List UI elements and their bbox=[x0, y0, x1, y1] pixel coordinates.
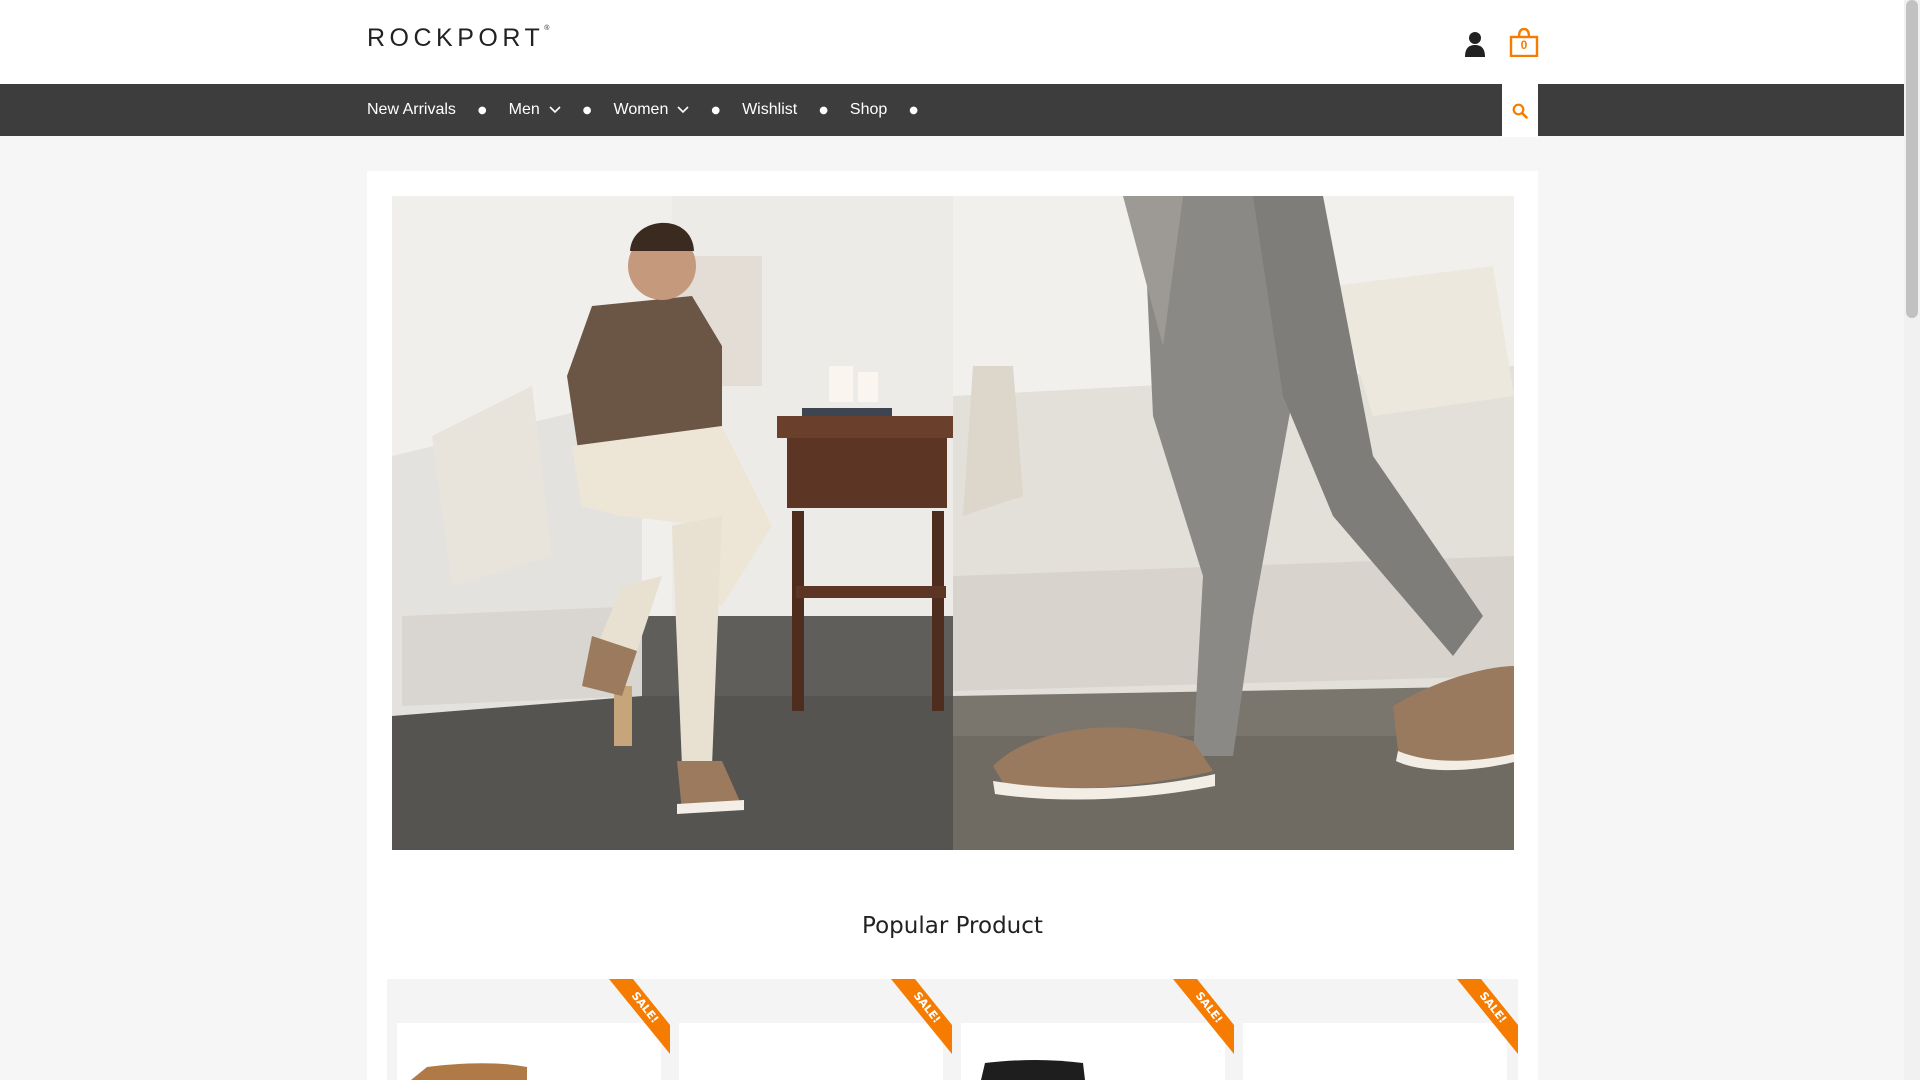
sale-badge: SALE! bbox=[891, 979, 952, 1054]
trademark-symbol: ® bbox=[544, 25, 550, 32]
hero-image-seated-man bbox=[392, 196, 953, 850]
nav-item-women[interactable]: Women bbox=[614, 101, 690, 119]
sale-badge: SALE! bbox=[1457, 979, 1518, 1054]
nav-separator: ● bbox=[477, 104, 487, 116]
hero-image-walking-legs bbox=[953, 196, 1514, 850]
user-icon[interactable] bbox=[1464, 31, 1486, 57]
brand-name: ROCKPORT bbox=[367, 24, 545, 52]
section-title-popular-product: Popular Product bbox=[862, 913, 1043, 939]
nav-separator: ● bbox=[909, 104, 919, 116]
chevron-down-icon bbox=[549, 106, 561, 114]
nav-item-label: Wishlist bbox=[742, 101, 798, 118]
sale-badge: SALE! bbox=[609, 979, 670, 1054]
hero-banner[interactable] bbox=[392, 196, 1514, 850]
cart-count[interactable]: 0 bbox=[1509, 38, 1539, 52]
nav-item-new-arrivals[interactable]: New Arrivals bbox=[367, 101, 456, 119]
nav-menu: New Arrivals ● Men ● Women ● Wishlist ● … bbox=[367, 84, 940, 136]
chevron-down-icon bbox=[677, 106, 689, 114]
nav-item-wishlist[interactable]: Wishlist bbox=[742, 101, 797, 119]
search-button[interactable] bbox=[1502, 84, 1538, 137]
nav-item-label: New Arrivals bbox=[367, 101, 456, 118]
nav-item-men[interactable]: Men bbox=[509, 101, 561, 119]
scrollbar-thumb[interactable] bbox=[1906, 0, 1918, 318]
sale-badge: SALE! bbox=[1173, 979, 1234, 1054]
nav-separator: ● bbox=[711, 104, 721, 116]
nav-item-label: Men bbox=[508, 101, 540, 118]
nav-item-label: Women bbox=[613, 101, 669, 118]
site-header: ROCKPORT® 0 bbox=[0, 0, 1904, 84]
nav-item-label: Shop bbox=[849, 101, 888, 118]
main-nav: New Arrivals ● Men ● Women ● Wishlist ● … bbox=[0, 84, 1904, 136]
nav-separator: ● bbox=[819, 104, 828, 116]
search-icon bbox=[1512, 103, 1528, 119]
nav-item-shop[interactable]: Shop bbox=[850, 101, 887, 119]
brand-logo[interactable]: ROCKPORT® bbox=[367, 24, 549, 53]
nav-separator: ● bbox=[582, 104, 592, 116]
